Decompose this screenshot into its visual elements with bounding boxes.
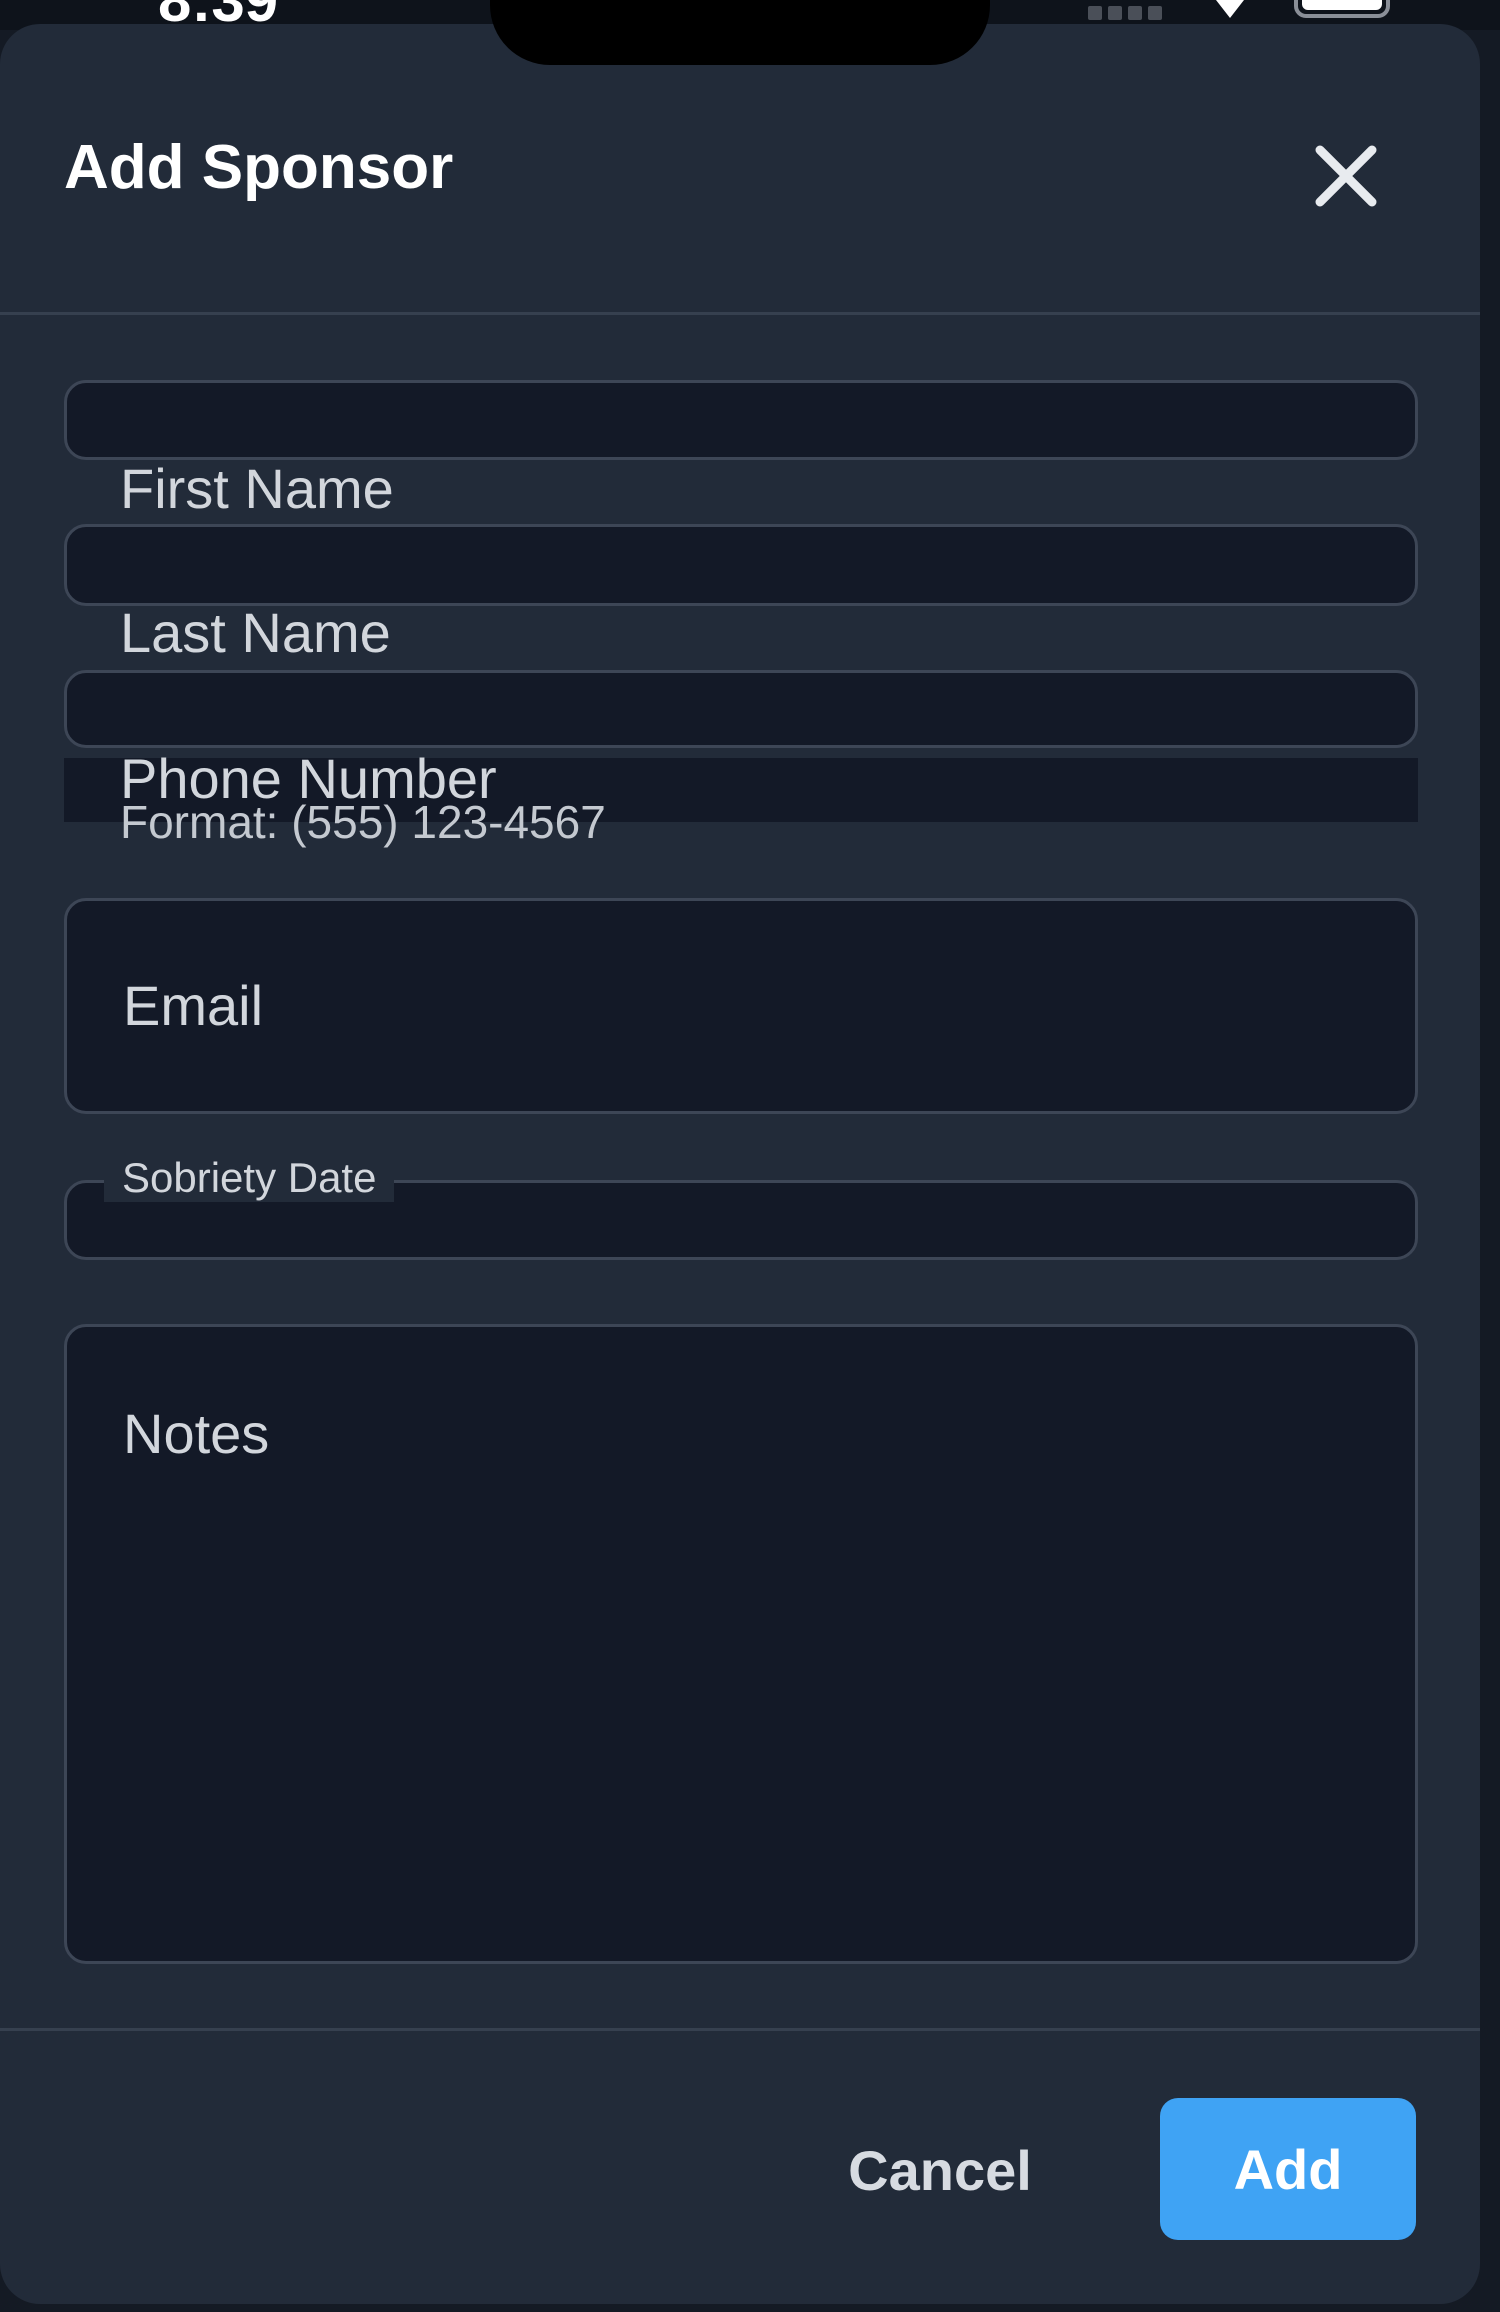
cancel-button[interactable]: Cancel	[820, 2100, 1060, 2240]
header-divider	[0, 312, 1480, 315]
first-name-label: First Name	[120, 457, 394, 520]
email-label: Email	[123, 974, 264, 1037]
battery-icon	[1294, 0, 1390, 18]
add-button[interactable]: Add	[1160, 2098, 1416, 2240]
notes-label: Notes	[123, 1402, 270, 1465]
notes-textarea[interactable]: Notes	[64, 1324, 1418, 1964]
dialog-title: Add Sponsor	[64, 133, 454, 202]
add-sponsor-dialog: Add Sponsor First Name Last Name Phone N…	[0, 24, 1480, 2304]
footer-divider	[0, 2028, 1480, 2031]
app-screen: 8:39 Add Sponsor First Name Last Name Ph…	[0, 0, 1500, 2312]
wifi-icon	[1216, 0, 1244, 18]
phone-number-input[interactable]	[64, 670, 1418, 748]
email-field[interactable]: Email	[64, 898, 1418, 1114]
last-name-label: Last Name	[120, 601, 391, 664]
camera-notch	[490, 0, 990, 65]
first-name-input[interactable]	[64, 380, 1418, 460]
signal-icon	[1088, 6, 1168, 20]
close-button[interactable]	[1300, 130, 1392, 222]
close-icon	[1315, 145, 1377, 207]
phone-format-hint: Format: (555) 123-4567	[120, 796, 606, 848]
last-name-input[interactable]	[64, 524, 1418, 606]
sobriety-date-label: Sobriety Date	[104, 1154, 395, 1202]
